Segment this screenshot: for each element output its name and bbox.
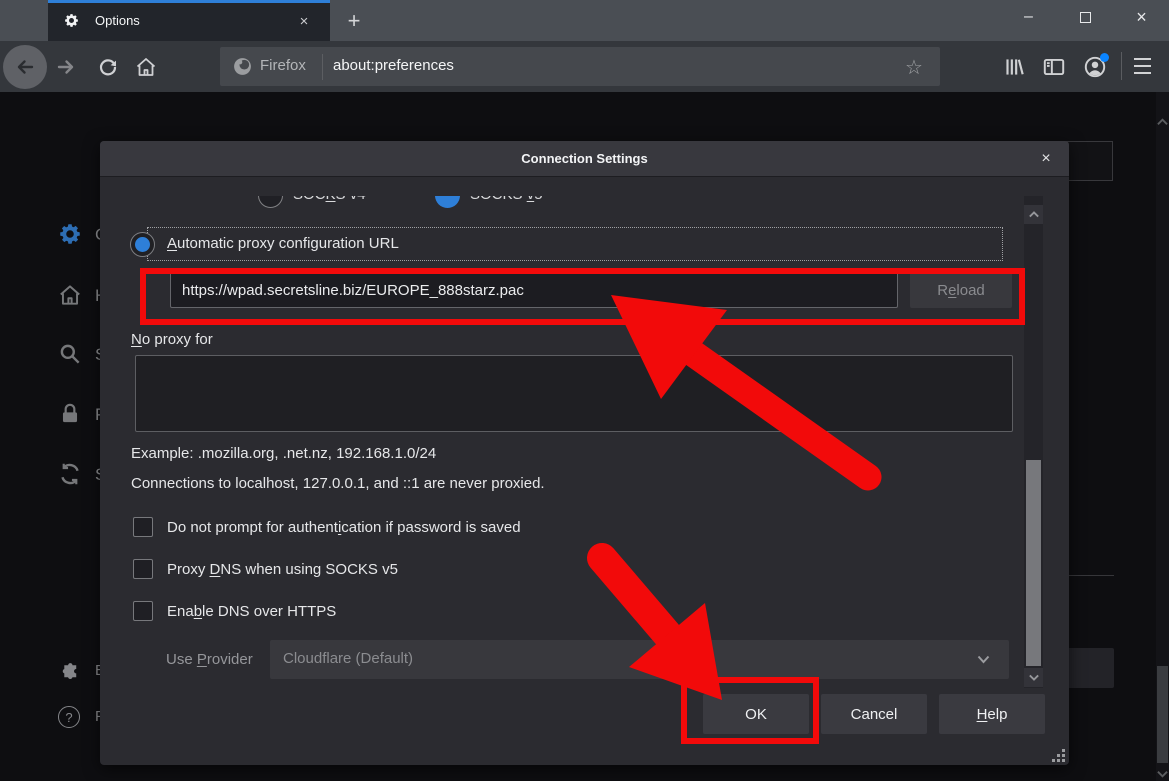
urlbar-divider [322, 54, 323, 80]
firefox-logo-icon [232, 56, 253, 77]
dialog-scrollbar-thumb[interactable] [1026, 460, 1041, 666]
resize-grip-icon[interactable] [1052, 749, 1065, 762]
search-icon [57, 341, 83, 367]
socks-row-clipped: SOCKS v4 SOCKS v5 [100, 196, 1024, 215]
dialog-title: Connection Settings [521, 151, 647, 166]
dialog-titlebar: Connection Settings [100, 141, 1069, 177]
radio-dot [135, 237, 150, 252]
dialog-scroll-down-button[interactable] [1024, 668, 1043, 687]
example-text: Example: .mozilla.org, .net.nz, 192.168.… [131, 445, 436, 462]
sidebar-toggle-button[interactable] [1041, 54, 1067, 80]
url-bar[interactable]: Firefox about:preferences ☆ [220, 47, 940, 86]
toolbar-separator [1121, 52, 1122, 80]
reload-icon [96, 55, 120, 79]
gear-icon [57, 221, 83, 247]
annotation-box-proxy-url [140, 268, 1025, 325]
hamburger-icon [1134, 58, 1151, 60]
use-provider-label: Use Provider [166, 651, 253, 668]
window-close-button[interactable]: × [1114, 0, 1169, 34]
dialog-scrollbar[interactable] [1024, 196, 1043, 688]
reload-button[interactable] [96, 55, 120, 79]
home-button[interactable] [134, 55, 158, 79]
back-button[interactable] [3, 45, 47, 89]
library-icon [1001, 54, 1027, 80]
auto-proxy-label[interactable]: Automatic proxy configuration URL [167, 235, 399, 252]
radio-socks5-label[interactable]: SOCKS v5 [470, 196, 543, 203]
window-minimize-button[interactable]: – [1000, 0, 1057, 34]
sidebar-item-home[interactable] [57, 282, 83, 308]
window-maximize-button[interactable] [1057, 0, 1114, 34]
checkbox-proxy-dns[interactable] [133, 559, 153, 579]
puzzle-icon [60, 661, 81, 682]
checkbox-dns-over-https[interactable] [133, 601, 153, 621]
forward-arrow-icon [54, 55, 78, 79]
sidebar-item-support[interactable]: ? [58, 706, 80, 728]
sidebar-item-sync[interactable] [57, 461, 83, 487]
scroll-down-icon[interactable] [1157, 770, 1168, 778]
checkbox-proxy-dns-label[interactable]: Proxy DNS when using SOCKS v5 [167, 561, 398, 578]
provider-dropdown[interactable]: Cloudflare (Default) [270, 640, 1009, 679]
chevron-down-icon [977, 655, 990, 664]
sidebar-icon [1041, 54, 1067, 80]
radio-socks5[interactable] [435, 196, 460, 208]
scroll-up-icon[interactable] [1157, 118, 1168, 126]
dialog-close-icon[interactable]: × [1034, 147, 1058, 171]
checkbox-no-prompt-auth-label[interactable]: Do not prompt for authentication if pass… [167, 519, 521, 536]
bookmark-star-icon[interactable]: ☆ [901, 54, 927, 80]
url-text[interactable]: about:preferences [333, 57, 454, 74]
page-scrollbar-thumb[interactable] [1157, 666, 1168, 763]
menu-button[interactable] [1134, 58, 1151, 74]
cancel-button[interactable]: Cancel [821, 694, 927, 734]
help-button[interactable]: Help [939, 694, 1045, 734]
tab-accent-line [48, 0, 330, 3]
dialog-scroll-up-button[interactable] [1024, 205, 1043, 224]
maximize-icon [1080, 12, 1091, 23]
identity-label[interactable]: Firefox [260, 57, 306, 74]
tab-close-icon[interactable]: × [293, 10, 315, 32]
checkbox-no-prompt-auth[interactable] [133, 517, 153, 537]
new-tab-button[interactable]: + [340, 7, 368, 35]
gear-icon [63, 12, 80, 29]
provider-value: Cloudflare (Default) [283, 650, 413, 667]
localhost-note: Connections to localhost, 127.0.0.1, and… [131, 475, 545, 492]
browser-window: Options × + – × Firefox about:preference… [0, 0, 1169, 781]
radio-auto-proxy[interactable] [130, 232, 155, 257]
page-scrollbar[interactable] [1156, 92, 1169, 781]
sidebar-item-extensions[interactable] [60, 661, 81, 682]
sidebar-item-general[interactable] [57, 221, 83, 247]
radio-socks4-label[interactable]: SOCKS v4 [293, 196, 366, 203]
sidebar-item-search[interactable] [57, 341, 83, 367]
tab-options[interactable]: Options × [48, 0, 330, 41]
sync-icon [57, 461, 83, 487]
radio-socks4[interactable] [258, 196, 283, 208]
forward-button[interactable] [54, 55, 78, 79]
no-proxy-textarea[interactable] [135, 355, 1013, 432]
question-icon: ? [65, 710, 72, 725]
library-button[interactable] [1001, 54, 1027, 80]
lock-icon [57, 401, 83, 427]
home-icon [134, 55, 158, 79]
annotation-box-ok [681, 677, 819, 744]
checkbox-dns-over-https-label[interactable]: Enable DNS over HTTPS [167, 603, 336, 620]
back-arrow-icon [13, 55, 37, 79]
account-badge [1100, 53, 1109, 62]
sidebar-item-privacy[interactable] [57, 401, 83, 427]
home-icon [57, 282, 83, 308]
tab-title: Options [95, 13, 140, 28]
no-proxy-label: No proxy for [131, 331, 213, 348]
